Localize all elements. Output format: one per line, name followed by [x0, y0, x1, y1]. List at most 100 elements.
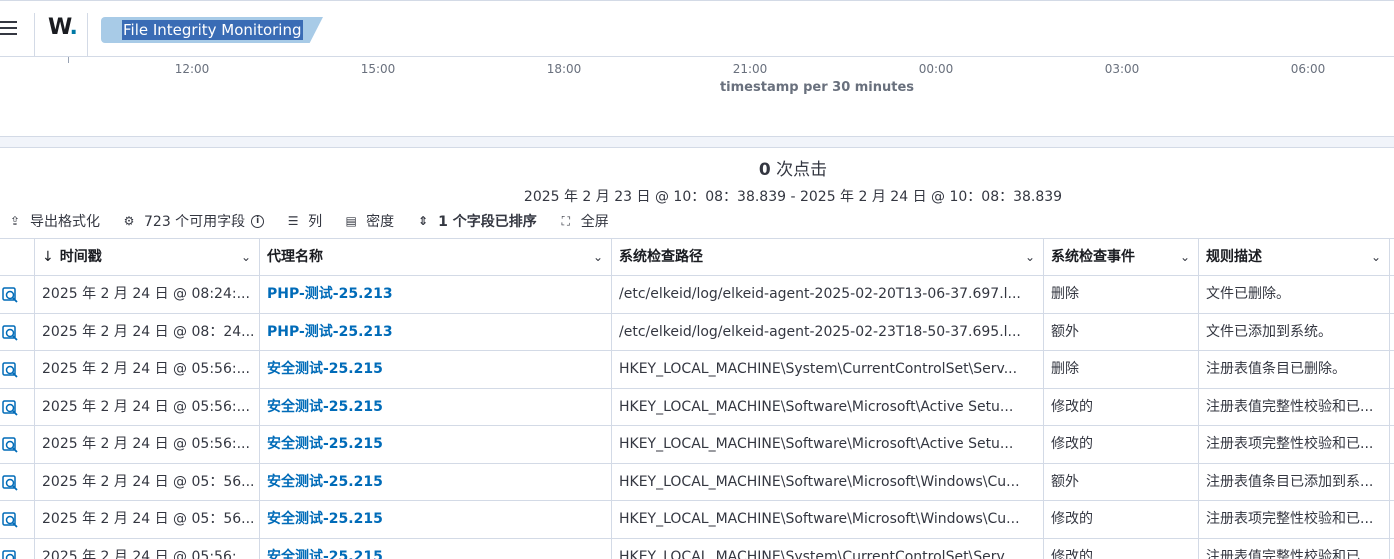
- inspect-cell: [0, 351, 35, 388]
- inspect-icon[interactable]: [2, 437, 19, 453]
- cell-syscheck-path: HKEY_LOCAL_MACHINE\Software\Microsoft\Wi…: [612, 501, 1044, 538]
- table-row: 2025 年 2 月 24 日 @ 05:56:... 安全测试-25.215 …: [0, 388, 1394, 426]
- inspect-cell: [0, 313, 35, 351]
- density-icon: ▤: [345, 214, 357, 228]
- cell-syscheck-event: 额外: [1044, 313, 1199, 351]
- cell-timestamp: 2025 年 2 月 24 日 @ 08:24:...: [35, 276, 260, 313]
- breadcrumb-label: File Integrity Monitoring: [122, 20, 303, 40]
- info-icon[interactable]: i: [251, 214, 265, 228]
- cell-agent-name[interactable]: 安全测试-25.215: [260, 501, 612, 538]
- histogram-chart: 12:00 15:00 18:00 21:00 00:00 03:00 06:00 time…: [0, 57, 1394, 137]
- export-button[interactable]: ⇪ 导出格式化: [8, 211, 100, 231]
- sort-label: 1 个字段已排序: [438, 214, 537, 230]
- column-header-rule-description[interactable]: 规则描述 ⌄: [1199, 239, 1390, 276]
- cell-timestamp: 2025 年 2 月 24 日 @ 08：24...: [35, 313, 260, 351]
- cell-rule-description: 注册表项完整性校验和已...: [1199, 501, 1390, 538]
- export-icon: ⇪: [9, 214, 21, 228]
- column-header-syscheck-path[interactable]: 系统检查路径 ⌄: [612, 239, 1044, 276]
- cell-syscheck-path: /etc/elkeid/log/elkeid-agent-2025-02-20T…: [612, 276, 1044, 313]
- columns-button[interactable]: ☰ 列: [286, 211, 322, 231]
- table-row: 2025 年 2 月 24 日 @ 08:24:... PHP-测试-25.21…: [0, 276, 1394, 314]
- cell-rule-description: 注册表值条目已删除。: [1199, 351, 1390, 388]
- column-header-timestamp[interactable]: ↓ 时间戳 ⌄: [35, 239, 260, 276]
- cell-syscheck-event: 删除: [1044, 351, 1199, 388]
- cell-rule-description: 注册表值条目已添加到系...: [1199, 463, 1390, 501]
- fullscreen-button[interactable]: ⛶ 全屏: [559, 211, 609, 231]
- panel-divider: [0, 136, 1394, 148]
- cell-agent-name[interactable]: 安全测试-25.215: [260, 538, 612, 559]
- cell-rule-description: 注册表值完整性校验和已...: [1199, 388, 1390, 426]
- cell-timestamp: 2025 年 2 月 24 日 @ 05：56...: [35, 501, 260, 538]
- inspect-icon[interactable]: [2, 324, 19, 341]
- cell-timestamp: 2025 年 2 月 24 日 @ 05:56:...: [35, 351, 260, 388]
- inspect-icon[interactable]: [2, 287, 19, 303]
- cell-rule-description: 注册表值完整性校验和已...: [1199, 538, 1390, 559]
- available-fields-button[interactable]: ⚙ 723 个可用字段 i: [122, 211, 265, 231]
- inspect-icon[interactable]: [2, 474, 19, 491]
- inspect-icon[interactable]: [2, 512, 19, 528]
- sort-icon: ⇕: [418, 214, 429, 228]
- events-table: ↓时间戳 ⌄ 代理名称 ⌄ 系统检查路径 ⌄ 系统检查事件 ⌄ 规则描述 ⌄: [0, 238, 1394, 559]
- inspect-icon[interactable]: [2, 549, 19, 559]
- table-row: 2025 年 2 月 24 日 @ 05:56:... 安全测试-25.215 …: [0, 351, 1394, 389]
- fields-icon: ⚙: [123, 214, 135, 228]
- inspect-icon[interactable]: [2, 399, 19, 416]
- cell-agent-name[interactable]: PHP-测试-25.213: [260, 313, 612, 351]
- cell-agent-name[interactable]: PHP-测试-25.213: [260, 276, 612, 313]
- x-axis-tick-label: 06:00: [1290, 62, 1326, 76]
- inspect-cell: [0, 501, 35, 538]
- export-label: 导出格式化: [30, 214, 100, 230]
- density-button[interactable]: ▤ 密度: [344, 211, 395, 231]
- cell-syscheck-path: HKEY_LOCAL_MACHINE\Software\Microsoft\Ac…: [612, 426, 1044, 463]
- cell-timestamp: 2025 年 2 月 24 日 @ 05：56...: [35, 463, 260, 501]
- hits-count: 0 次点击: [758, 160, 828, 180]
- cell-agent-name[interactable]: 安全测试-25.215: [260, 388, 612, 426]
- chevron-down-icon[interactable]: ⌄: [593, 239, 603, 276]
- cell-syscheck-path: HKEY_LOCAL_MACHINE\System\CurrentControl…: [612, 351, 1044, 388]
- x-axis-tick-label: 12:00: [174, 62, 210, 76]
- top-header: W. File Integrity Monitoring: [0, 0, 1394, 57]
- cell-timestamp: 2025 年 2 月 24 日 @ 05:56:...: [35, 388, 260, 426]
- chevron-down-icon[interactable]: ⌄: [1371, 239, 1381, 276]
- cell-syscheck-event: 修改的: [1044, 426, 1199, 463]
- sort-button[interactable]: ⇕ 1 个字段已排序: [416, 211, 537, 231]
- hamburger-menu-icon[interactable]: [0, 21, 18, 37]
- inspect-icon[interactable]: [2, 362, 19, 378]
- inspect-cell: [0, 388, 35, 426]
- time-range: 2025 年 2 月 23 日 @ 10：08：38.839 - 2025 年 …: [523, 189, 1063, 205]
- x-axis-tick-label: 21:00: [732, 62, 768, 76]
- x-axis-label: timestamp per 30 minutes: [719, 80, 915, 95]
- x-axis-tick-label: 18:00: [546, 62, 582, 76]
- fullscreen-label: 全屏: [580, 214, 609, 230]
- y-axis-tick: [68, 57, 69, 63]
- header-divider: [34, 13, 35, 57]
- fullscreen-icon: ⛶: [561, 213, 570, 228]
- table-row: 2025 年 2 月 24 日 @ 05:56:... 安全测试-25.215 …: [0, 538, 1394, 559]
- cell-syscheck-event: 额外: [1044, 463, 1199, 501]
- columns-icon: ☰: [287, 214, 299, 228]
- cell-syscheck-event: 修改的: [1044, 388, 1199, 426]
- chevron-down-icon[interactable]: ⌄: [1180, 239, 1190, 276]
- column-header-syscheck-event[interactable]: 系统检查事件 ⌄: [1044, 239, 1199, 276]
- header-actions-cell: [0, 239, 35, 276]
- table-row: 2025 年 2 月 24 日 @ 05:56:... 安全测试-25.215 …: [0, 426, 1394, 464]
- cell-syscheck-path: HKEY_LOCAL_MACHINE\Software\Microsoft\Wi…: [612, 463, 1044, 501]
- cell-agent-name[interactable]: 安全测试-25.215: [260, 351, 612, 388]
- x-axis-tick-label: 03:00: [1104, 62, 1140, 76]
- density-label: 密度: [366, 214, 395, 230]
- columns-label: 列: [308, 214, 323, 230]
- column-header-agent-name[interactable]: 代理名称 ⌄: [260, 239, 612, 276]
- chevron-down-icon[interactable]: ⌄: [241, 239, 251, 276]
- cell-agent-name[interactable]: 安全测试-25.215: [260, 463, 612, 501]
- cell-rule-description: 文件已删除。: [1199, 276, 1390, 313]
- cell-syscheck-path: HKEY_LOCAL_MACHINE\System\CurrentControl…: [612, 538, 1044, 559]
- cell-rule-description: 注册表项完整性校验和已...: [1199, 426, 1390, 463]
- cell-timestamp: 2025 年 2 月 24 日 @ 05:56:...: [35, 426, 260, 463]
- cell-syscheck-event: 修改的: [1044, 538, 1199, 559]
- x-axis-tick-label: 00:00: [918, 62, 954, 76]
- app-logo[interactable]: W.: [48, 15, 78, 40]
- fields-label: 723 个可用字段: [144, 214, 246, 230]
- cell-agent-name[interactable]: 安全测试-25.215: [260, 426, 612, 463]
- x-axis-tick-label: 15:00: [360, 62, 396, 76]
- chevron-down-icon[interactable]: ⌄: [1025, 239, 1035, 276]
